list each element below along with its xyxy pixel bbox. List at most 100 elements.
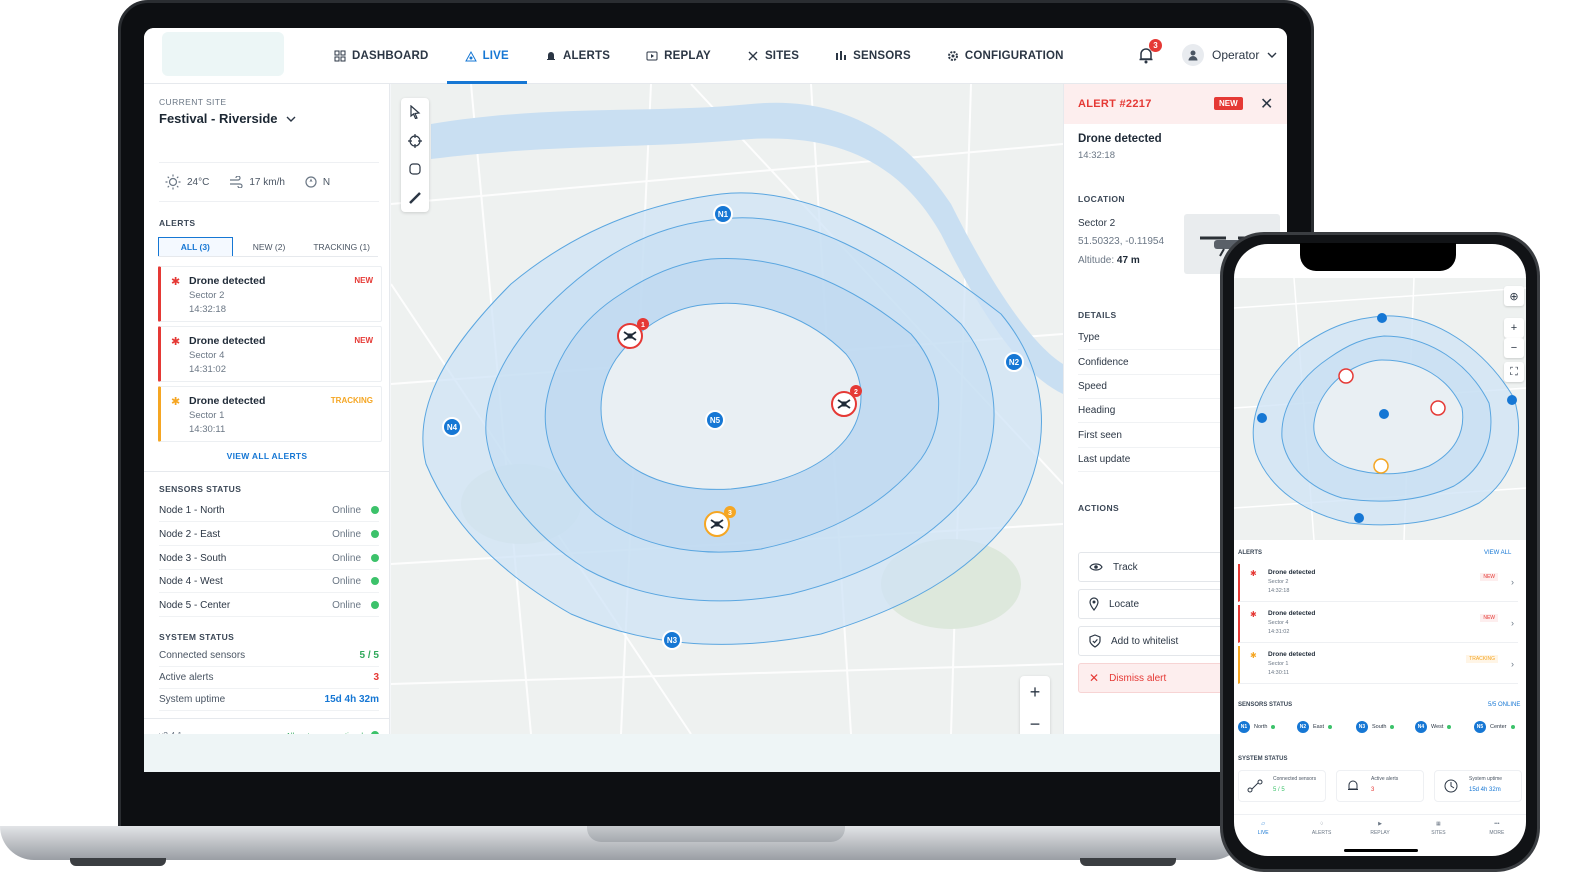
alert-badge: NEW bbox=[354, 276, 373, 285]
alerts-section-label: ALERTS bbox=[159, 218, 196, 228]
alert-id: ALERT #2217 bbox=[1078, 98, 1152, 110]
system-label: System uptime bbox=[1469, 776, 1503, 782]
sensor-status: Online bbox=[332, 599, 361, 611]
zoom-in-button[interactable]: + bbox=[1504, 318, 1524, 338]
drone-alert-icon: ✱ bbox=[171, 276, 181, 288]
sensor-name: Node 5 - Center bbox=[159, 599, 231, 611]
alert-sector: Sector 2 bbox=[1268, 579, 1289, 585]
nav-configuration[interactable]: CONFIGURATION bbox=[929, 28, 1082, 84]
status-dot bbox=[1390, 725, 1395, 729]
tab-label: MORE bbox=[1489, 830, 1505, 836]
nav-live[interactable]: LIVE bbox=[446, 28, 527, 84]
phone-alert-card[interactable]: ✱ Drone detected Sector 2 14:32:18 NEW › bbox=[1238, 564, 1518, 602]
action-label: Add to whitelist bbox=[1111, 635, 1179, 647]
action-label: Locate bbox=[1109, 598, 1140, 610]
alert-title: Drone detected bbox=[1268, 610, 1316, 617]
phone-drone-marker-1[interactable] bbox=[1338, 368, 1354, 384]
alert-card[interactable]: ✱ Drone detected Sector 2 14:32:18 NEW bbox=[158, 266, 382, 322]
site-selector[interactable]: Festival - Riverside bbox=[159, 111, 296, 126]
nav-dashboard[interactable]: DASHBOARD bbox=[316, 28, 447, 84]
phone-node-n1[interactable] bbox=[1377, 313, 1387, 323]
alert-badge: TRACKING bbox=[1466, 655, 1498, 663]
svg-text:2: 2 bbox=[854, 389, 858, 396]
alert-card[interactable]: ✱ Drone detected Sector 1 14:30:11 TRACK… bbox=[158, 386, 382, 442]
sensor-name: Node 4 - West bbox=[159, 575, 223, 587]
status-dot bbox=[1447, 725, 1452, 729]
phone-view-all-link[interactable]: VIEW ALL bbox=[1484, 550, 1511, 556]
sensor-status: Online bbox=[332, 528, 361, 540]
tab-label: ALERTS bbox=[1311, 830, 1332, 836]
cursor-icon[interactable] bbox=[409, 105, 421, 120]
current-site-label: CURRENT SITE bbox=[159, 97, 227, 107]
chevron-down-icon bbox=[286, 116, 295, 122]
nav-label: LIVE bbox=[482, 50, 509, 62]
phone-node-n4[interactable] bbox=[1257, 413, 1267, 423]
phone-node-n5[interactable] bbox=[1379, 409, 1389, 419]
crosshair-icon[interactable] bbox=[408, 133, 422, 148]
node-name: South bbox=[1372, 724, 1387, 730]
laptop-foot bbox=[1080, 858, 1176, 866]
phone-tab-alerts[interactable]: ♢ ALERTS bbox=[1292, 815, 1350, 856]
alert-badge: NEW bbox=[1480, 573, 1498, 581]
view-all-alerts-link[interactable]: VIEW ALL ALERTS bbox=[144, 451, 390, 461]
tab-new[interactable]: NEW (2) bbox=[233, 237, 306, 256]
status-dot bbox=[1510, 725, 1515, 729]
fullscreen-icon[interactable]: ⛶ bbox=[1504, 362, 1524, 382]
sensor-node-n3[interactable]: N3 bbox=[662, 630, 682, 650]
wind-value: 17 km/h bbox=[249, 176, 285, 188]
phone-node-n3[interactable] bbox=[1354, 513, 1364, 523]
svg-text:3: 3 bbox=[728, 510, 732, 517]
location-coords: 51.50323, -0.11954 bbox=[1078, 236, 1165, 247]
zoom-in-button[interactable]: + bbox=[1030, 682, 1041, 703]
eye-icon bbox=[1089, 563, 1103, 571]
zoom-controls: + − bbox=[1020, 676, 1050, 734]
svg-text:N2: N2 bbox=[1009, 358, 1020, 367]
phone-alert-card[interactable]: ✱ Drone detected Sector 1 14:30:11 TRACK… bbox=[1238, 646, 1518, 684]
user-menu[interactable]: Operator bbox=[1182, 44, 1277, 66]
alert-card[interactable]: ✱ Drone detected Sector 4 14:31:02 NEW bbox=[158, 326, 382, 382]
notifications-button[interactable]: 3 bbox=[1138, 39, 1162, 66]
nav-replay[interactable]: REPLAY bbox=[628, 28, 729, 84]
phone-node-chip: N2 East bbox=[1297, 721, 1333, 733]
phone-tab-live[interactable]: ▱ LIVE bbox=[1234, 815, 1292, 856]
nav-sites[interactable]: SITES bbox=[729, 28, 817, 84]
zoom-out-button[interactable]: − bbox=[1030, 714, 1041, 734]
sensor-node-n4[interactable]: N4 bbox=[442, 417, 462, 437]
sensor-node-n1[interactable]: N1 bbox=[713, 204, 733, 224]
phone-system-label: SYSTEM STATUS bbox=[1238, 756, 1288, 762]
phone-drone-marker-3[interactable] bbox=[1373, 458, 1389, 474]
tab-all[interactable]: ALL (3) bbox=[158, 237, 233, 256]
phone-alert-card[interactable]: ✱ Drone detected Sector 4 14:31:02 NEW › bbox=[1238, 605, 1518, 643]
alert-time: 14:32:18 bbox=[189, 304, 226, 315]
live-map[interactable]: N1 N2 N3 N4 N5 1 2 3 + − bbox=[391, 84, 1063, 734]
direction-value: N bbox=[322, 176, 331, 188]
alert-time: 14:31:02 bbox=[189, 364, 226, 375]
nav-alerts[interactable]: ALERTS bbox=[527, 28, 628, 84]
phone-drone-marker-2[interactable] bbox=[1430, 400, 1446, 416]
phone-map[interactable]: ⊕ + − ⛶ bbox=[1234, 277, 1526, 541]
sensors-status-label: SENSORS STATUS bbox=[159, 484, 242, 494]
more-icon: ••• bbox=[1494, 821, 1500, 827]
phone-sensors-label: SENSORS STATUS bbox=[1238, 702, 1293, 708]
locate-icon[interactable]: ⊕ bbox=[1504, 286, 1524, 306]
map-toolbar bbox=[401, 98, 429, 212]
phone-tab-more[interactable]: ••• MORE bbox=[1468, 815, 1526, 856]
alert-time: 14:30:11 bbox=[189, 424, 226, 435]
sensor-row: Node 2 - East Online bbox=[159, 523, 379, 546]
ruler-icon[interactable] bbox=[408, 191, 422, 205]
zoom-out-button[interactable]: − bbox=[1504, 338, 1524, 358]
phone-alerts-label: ALERTS bbox=[1238, 550, 1262, 556]
chevron-right-icon: › bbox=[1511, 618, 1514, 628]
phone-screen: ⊕ + − ⛶ ALERTS VIEW ALL ✱ Drone detected… bbox=[1234, 244, 1526, 856]
tab-tracking[interactable]: TRACKING (1) bbox=[305, 237, 378, 256]
close-icon[interactable]: ✕ bbox=[1260, 94, 1273, 114]
nav-sensors[interactable]: SENSORS bbox=[817, 28, 929, 84]
sensor-node-n2[interactable]: N2 bbox=[1004, 352, 1024, 372]
system-value: 3 bbox=[1371, 787, 1375, 793]
polygon-icon[interactable] bbox=[408, 162, 422, 176]
alert-badge: TRACKING bbox=[330, 396, 373, 405]
system-label: Active alerts bbox=[1371, 776, 1399, 782]
network-icon bbox=[1247, 779, 1263, 793]
phone-node-n2[interactable] bbox=[1507, 395, 1517, 405]
sensor-node-n5[interactable]: N5 bbox=[705, 410, 725, 430]
